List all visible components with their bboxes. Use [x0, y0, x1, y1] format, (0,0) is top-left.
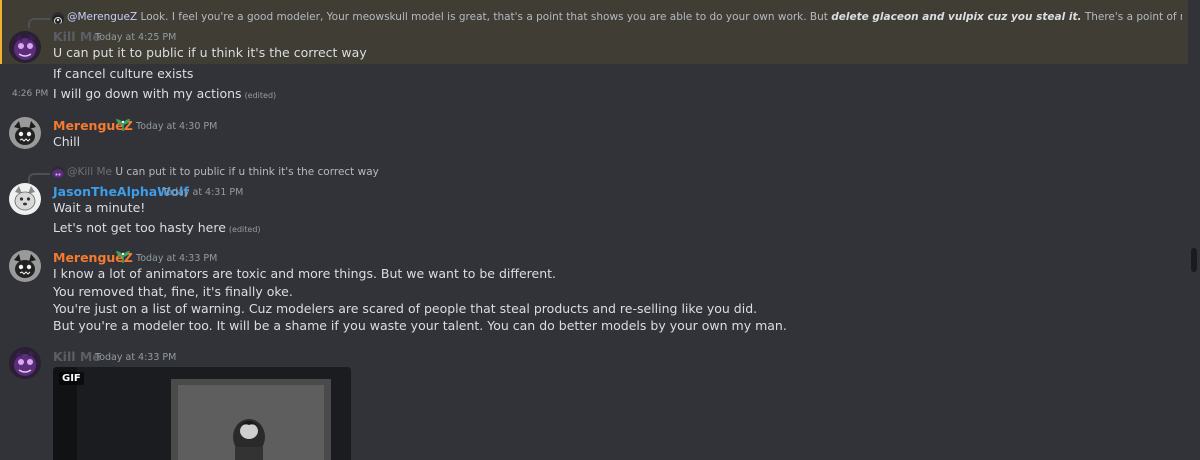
- message-text: If cancel culture exists: [53, 66, 194, 81]
- reply-avatar[interactable]: [52, 166, 64, 178]
- message-text: Let's not get too hasty here (edited): [53, 220, 261, 235]
- scrollbar-thumb[interactable]: [1191, 248, 1197, 272]
- gif-label: GIF: [59, 372, 84, 385]
- leaf-sprout-icon[interactable]: [114, 249, 132, 263]
- username-kill-me[interactable]: Kill Me: [53, 349, 101, 364]
- message-text: U can put it to public if u think it's t…: [53, 45, 367, 60]
- message-text: Chill: [53, 134, 81, 149]
- reply-avatar[interactable]: [52, 12, 64, 24]
- edited-label: (edited): [228, 225, 261, 234]
- hover-timestamp: 4:26 PM: [12, 89, 49, 99]
- avatar-merenguez[interactable]: [9, 117, 41, 149]
- leaf-sprout-icon[interactable]: [114, 117, 132, 131]
- message-timestamp: Today at 4:33 PM: [95, 352, 177, 363]
- avatar-kill-me[interactable]: [9, 347, 41, 379]
- reply-preview[interactable]: @Kill Me U can put it to public if u thi…: [67, 166, 667, 178]
- avatar-merenguez[interactable]: [9, 250, 41, 282]
- message-timestamp: Today at 4:31 PM: [162, 187, 244, 198]
- message-timestamp: Today at 4:30 PM: [136, 121, 218, 132]
- gif-attachment[interactable]: GIF: [53, 367, 351, 460]
- message-text: I will go down with my actions (edited): [53, 86, 277, 101]
- message-text: You're just on a list of warning. Cuz mo…: [53, 301, 758, 316]
- message-text: Wait a minute!: [53, 200, 146, 215]
- reply-preview[interactable]: @MerengueZ Look. I feel you're a good mo…: [67, 11, 1182, 23]
- reply-connector: [28, 18, 50, 28]
- message-text: I know a lot of animators are toxic and …: [53, 266, 557, 281]
- edited-label: (edited): [244, 91, 277, 100]
- avatar-jason[interactable]: [9, 183, 41, 215]
- message-timestamp: Today at 4:25 PM: [95, 32, 177, 43]
- reply-connector: [28, 173, 50, 183]
- message-timestamp: Today at 4:33 PM: [136, 253, 218, 264]
- avatar-kill-me[interactable]: [9, 31, 41, 63]
- message-text: You removed that, fine, it's finally oke…: [53, 284, 293, 299]
- message-text: But you're a modeler too. It will be a s…: [53, 318, 787, 333]
- username-kill-me[interactable]: Kill Me: [53, 29, 101, 44]
- gif-preview-image: [53, 367, 351, 460]
